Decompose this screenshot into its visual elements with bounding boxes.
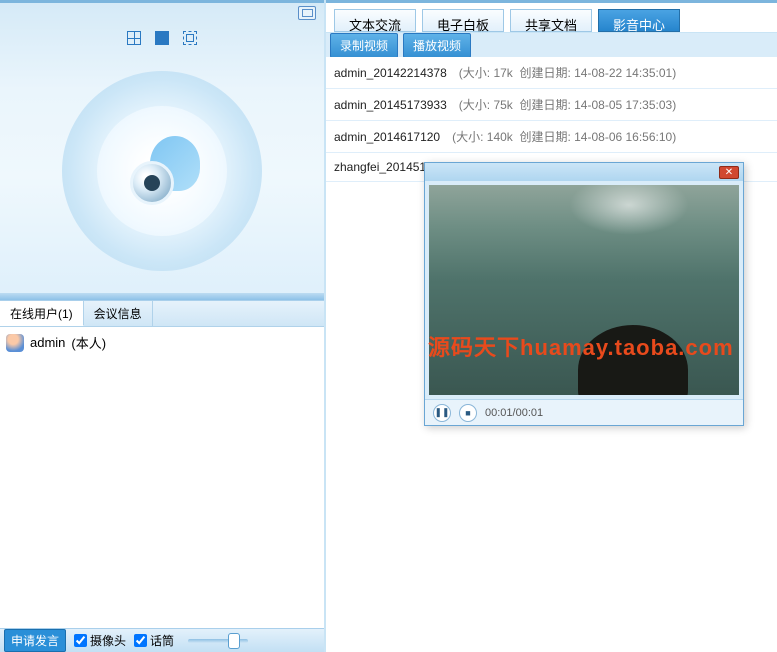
playback-time: 00:01/00:01 [485,407,543,419]
user-name: admin [30,335,65,350]
camera-placeholder-graphic [62,71,262,271]
volume-slider[interactable] [188,639,248,643]
user-self-tag: (本人) [71,333,106,352]
tab-1[interactable]: 电子白板 [422,9,504,32]
mic-checkbox-input[interactable] [134,634,147,647]
tab-2[interactable]: 共享文档 [510,9,592,32]
tab-0[interactable]: 文本交流 [334,9,416,32]
avatar [6,334,24,352]
online-user-list: admin (本人) [0,326,324,628]
camera-label: 摄像头 [90,632,126,649]
minimize-button[interactable] [298,6,316,20]
tab-online-users[interactable]: 在线用户(1) [0,301,84,326]
mic-label: 话筒 [150,632,174,649]
request-speak-button[interactable]: 申请发言 [4,629,66,652]
list-item[interactable]: admin (本人) [4,331,320,354]
subtab-1[interactable]: 播放视频 [403,33,471,58]
file-row[interactable]: admin_20145173933(大小: 75k 创建日期: 14-08-05… [326,89,777,121]
video-screen[interactable] [429,185,739,395]
stop-button[interactable]: ■ [459,404,477,422]
camera-checkbox-input[interactable] [74,634,87,647]
tab-3[interactable]: 影音中心 [598,9,680,32]
pause-button[interactable]: ❚❚ [433,404,451,422]
close-button[interactable]: ✕ [719,166,739,179]
file-row[interactable]: admin_2014617120(大小: 140k 创建日期: 14-08-06… [326,121,777,153]
mic-checkbox[interactable]: 话筒 [134,632,174,649]
tab-meeting-info[interactable]: 会议信息 [84,301,153,326]
camera-lens-icon [130,161,174,205]
camera-checkbox[interactable]: 摄像头 [74,632,126,649]
layout-grid-icon[interactable] [127,31,141,45]
camera-preview-panel [0,0,324,293]
file-row[interactable]: admin_20142214378(大小: 17k 创建日期: 14-08-22… [326,57,777,89]
subtab-0[interactable]: 录制视频 [330,33,398,58]
layout-single-icon[interactable] [155,31,169,45]
video-player-window[interactable]: ✕ ❚❚ ■ 00:01/00:01 [424,162,744,426]
layout-fullscreen-icon[interactable] [183,31,197,45]
